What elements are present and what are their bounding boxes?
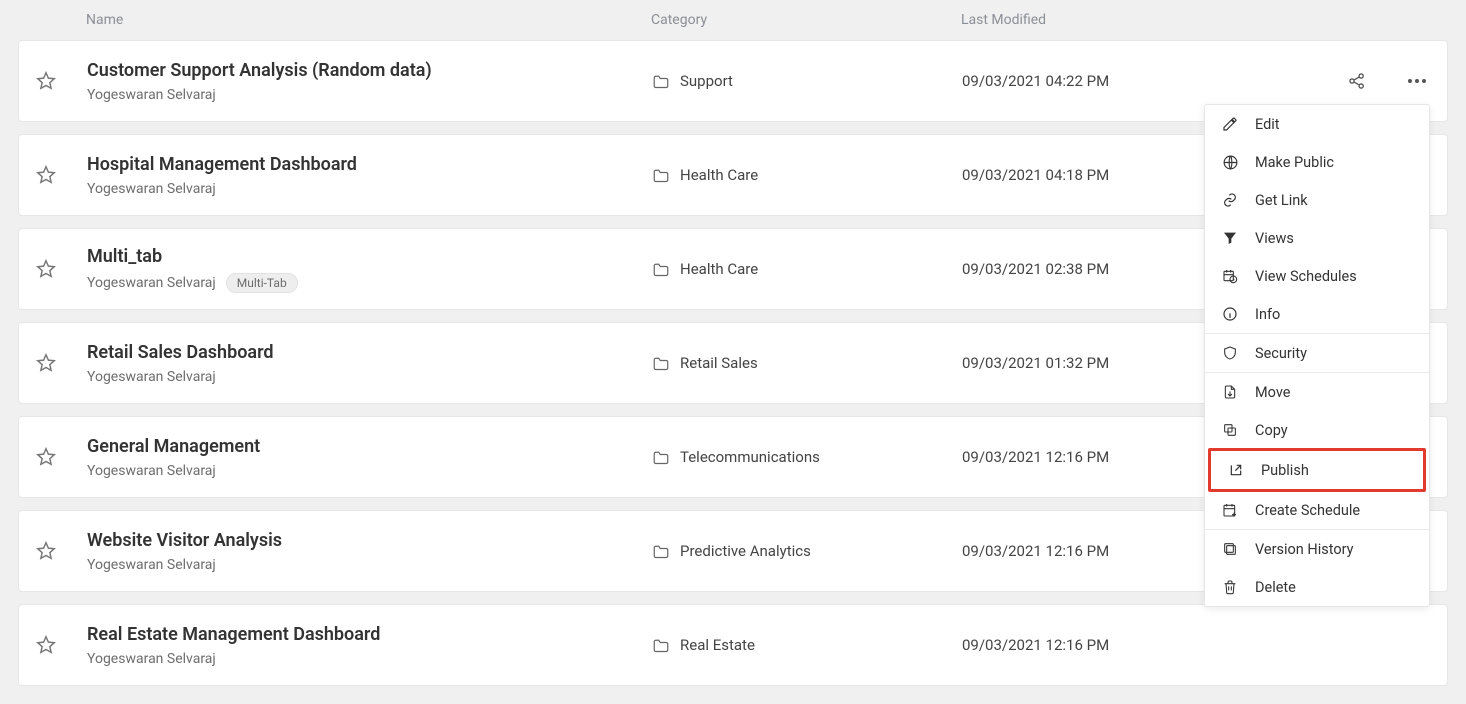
calendar-plus-icon	[1221, 501, 1239, 519]
item-category: Telecommunications	[680, 448, 820, 466]
item-owner: Yogeswaran Selvaraj	[87, 181, 216, 197]
menu-label: Make Public	[1255, 154, 1334, 171]
table-row[interactable]: Real Estate Management Dashboard Yogeswar…	[18, 604, 1448, 686]
share-icon[interactable]	[1347, 71, 1367, 91]
folder-icon	[652, 356, 670, 370]
favorite-star-icon[interactable]	[35, 540, 57, 562]
column-header-name[interactable]: Name	[86, 12, 651, 28]
menu-label: Delete	[1255, 579, 1296, 596]
item-owner: Yogeswaran Selvaraj	[87, 369, 216, 385]
publish-icon	[1227, 461, 1245, 479]
item-title[interactable]: Real Estate Management Dashboard	[87, 624, 652, 645]
menu-label: Security	[1255, 345, 1307, 362]
item-title[interactable]: General Management	[87, 436, 652, 457]
folder-icon	[652, 168, 670, 182]
item-title[interactable]: Website Visitor Analysis	[87, 530, 652, 551]
item-title[interactable]: Hospital Management Dashboard	[87, 154, 652, 175]
menu-views[interactable]: Views	[1205, 219, 1429, 257]
pencil-icon	[1221, 115, 1239, 133]
item-modified: 09/03/2021 04:22 PM	[962, 72, 1262, 90]
globe-icon	[1221, 153, 1239, 171]
menu-label: Copy	[1255, 422, 1288, 439]
menu-info[interactable]: Info	[1205, 295, 1429, 333]
menu-publish-highlight: Publish	[1208, 448, 1426, 492]
menu-label: Info	[1255, 306, 1280, 323]
menu-security[interactable]: Security	[1205, 334, 1429, 372]
menu-label: Get Link	[1255, 192, 1308, 209]
item-category: Real Estate	[680, 636, 755, 654]
item-category: Health Care	[680, 166, 758, 184]
item-modified: 09/03/2021 12:16 PM	[962, 636, 1262, 654]
context-menu: Edit Make Public Get Link Views View Sch…	[1204, 104, 1430, 607]
column-header-modified[interactable]: Last Modified	[961, 12, 1046, 28]
menu-label: Publish	[1261, 462, 1309, 479]
folder-icon	[652, 544, 670, 558]
item-owner: Yogeswaran Selvaraj	[87, 463, 216, 479]
favorite-star-icon[interactable]	[35, 258, 57, 280]
item-owner: Yogeswaran Selvaraj	[87, 557, 216, 573]
menu-label: Move	[1255, 384, 1290, 401]
menu-make-public[interactable]: Make Public	[1205, 143, 1429, 181]
item-owner: Yogeswaran Selvaraj	[87, 87, 216, 103]
filter-icon	[1221, 229, 1239, 247]
folder-icon	[652, 74, 670, 88]
item-title[interactable]: Customer Support Analysis (Random data)	[87, 60, 652, 81]
item-title[interactable]: Retail Sales Dashboard	[87, 342, 652, 363]
favorite-star-icon[interactable]	[35, 70, 57, 92]
menu-label: Create Schedule	[1255, 502, 1360, 519]
menu-label: View Schedules	[1255, 268, 1357, 285]
item-owner: Yogeswaran Selvaraj	[87, 651, 216, 667]
info-icon	[1221, 305, 1239, 323]
menu-create-schedule[interactable]: Create Schedule	[1205, 491, 1429, 529]
copy-icon	[1221, 421, 1239, 439]
item-category: Predictive Analytics	[680, 542, 811, 560]
calendar-clock-icon	[1221, 267, 1239, 285]
link-icon	[1221, 191, 1239, 209]
favorite-star-icon[interactable]	[35, 446, 57, 468]
trash-icon	[1221, 578, 1239, 596]
column-header-category[interactable]: Category	[651, 12, 961, 28]
menu-publish[interactable]: Publish	[1211, 451, 1423, 489]
shield-icon	[1221, 344, 1239, 362]
folder-icon	[652, 638, 670, 652]
favorite-star-icon[interactable]	[35, 634, 57, 656]
menu-delete[interactable]: Delete	[1205, 568, 1429, 606]
menu-move[interactable]: Move	[1205, 373, 1429, 411]
menu-get-link[interactable]: Get Link	[1205, 181, 1429, 219]
more-icon[interactable]	[1407, 78, 1427, 84]
menu-label: Views	[1255, 230, 1294, 247]
item-owner: Yogeswaran Selvaraj	[87, 275, 216, 291]
favorite-star-icon[interactable]	[35, 164, 57, 186]
item-title[interactable]: Multi_tab	[87, 246, 652, 267]
item-category: Support	[680, 72, 733, 90]
history-icon	[1221, 540, 1239, 558]
menu-label: Edit	[1255, 116, 1280, 133]
tag-badge: Multi-Tab	[226, 273, 298, 293]
menu-version-history[interactable]: Version History	[1205, 530, 1429, 568]
move-file-icon	[1221, 383, 1239, 401]
menu-edit[interactable]: Edit	[1205, 105, 1429, 143]
menu-copy[interactable]: Copy	[1205, 411, 1429, 449]
menu-view-schedules[interactable]: View Schedules	[1205, 257, 1429, 295]
folder-icon	[652, 262, 670, 276]
favorite-star-icon[interactable]	[35, 352, 57, 374]
item-category: Retail Sales	[680, 354, 758, 372]
item-category: Health Care	[680, 260, 758, 278]
folder-icon	[652, 450, 670, 464]
table-header: Name Category Last Modified	[18, 0, 1448, 40]
menu-label: Version History	[1255, 541, 1354, 558]
